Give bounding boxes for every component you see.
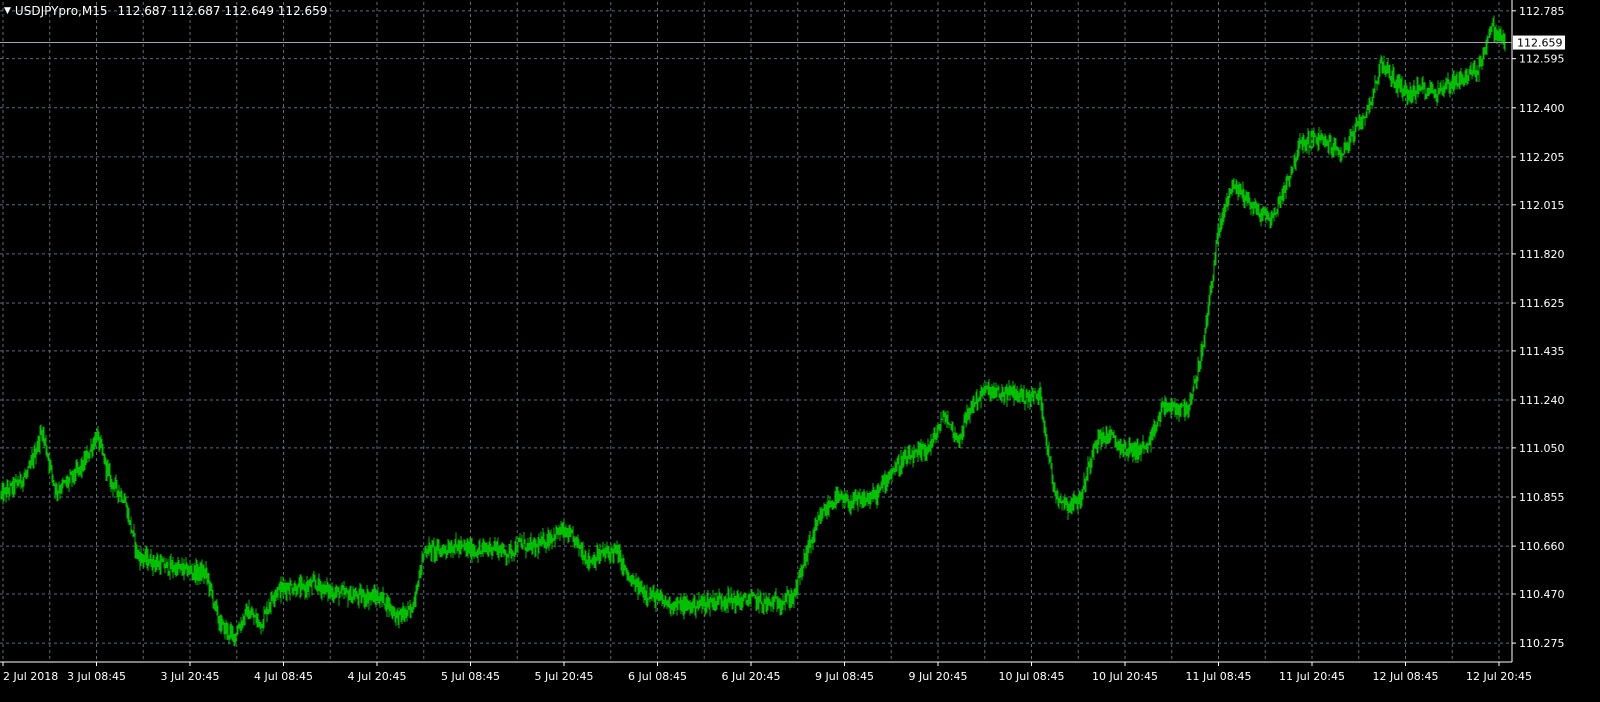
x-tick-label: 12 Jul 20:45: [1466, 670, 1532, 683]
x-tick-label: 3 Jul 08:45: [67, 670, 126, 683]
price-bars: [0, 15, 1506, 647]
chart-frame: [0, 0, 1513, 663]
y-tick-label: 112.015: [1519, 199, 1565, 212]
x-tick-label: 4 Jul 08:45: [254, 670, 313, 683]
x-tick-label: 5 Jul 20:45: [535, 670, 594, 683]
y-tick-label: 111.625: [1519, 297, 1565, 310]
price-axis[interactable]: 112.785 112.595 112.400 112.205 112.015 111.8…: [1512, 5, 1565, 650]
y-tick-label: 111.240: [1519, 394, 1565, 407]
y-tick-label: 112.400: [1519, 102, 1565, 115]
grid: [0, 2, 1512, 662]
y-tick-label: 111.435: [1519, 345, 1565, 358]
x-tick-label: 2 Jul 2018: [3, 670, 58, 683]
y-tick-label: 111.820: [1519, 248, 1565, 261]
x-tick-label: 9 Jul 20:45: [909, 670, 968, 683]
current-price-label: 112.659: [1517, 37, 1563, 50]
ohlc-values: 112.687 112.687 112.649 112.659: [117, 4, 328, 18]
y-tick-label: 110.660: [1519, 540, 1565, 553]
x-tick-label: 5 Jul 08:45: [441, 670, 500, 683]
x-tick-label: 6 Jul 08:45: [628, 670, 687, 683]
symbol-title: USDJPYpro,M15: [14, 4, 108, 18]
y-tick-label: 112.785: [1519, 5, 1565, 18]
x-tick-label: 10 Jul 08:45: [999, 670, 1065, 683]
x-tick-label: 6 Jul 20:45: [722, 670, 781, 683]
x-tick-label: 4 Jul 20:45: [348, 670, 407, 683]
x-tick-label: 11 Jul 20:45: [1279, 670, 1345, 683]
triangle-down-icon[interactable]: ▼: [4, 4, 11, 18]
x-tick-label: 12 Jul 08:45: [1373, 670, 1439, 683]
price-chart[interactable]: 112.659 112.785112.595112.400112.205112.…: [0, 0, 1600, 702]
y-tick-label: 112.205: [1519, 151, 1565, 164]
y-tick-label: 110.470: [1519, 588, 1565, 601]
y-tick-label: 112.595: [1519, 53, 1565, 66]
price-series: [0, 15, 1506, 647]
y-tick-label: 111.050: [1519, 442, 1565, 455]
chart-window[interactable]: 112.659 112.785 112.595 112.400 112.205 112.…: [0, 0, 1600, 702]
y-tick-label: 110.855: [1519, 491, 1565, 504]
time-axis[interactable]: 2 Jul 2018 3 Jul 08:45 3 Jul 20:45 4 Jul 08…: [2, 662, 1532, 683]
x-tick-label: 11 Jul 08:45: [1186, 670, 1252, 683]
current-price-marker: 112.659: [0, 35, 1565, 50]
chart-header[interactable]: ▼ USDJPYpro,M15 112.687 112.687 112.649 …: [4, 4, 327, 18]
x-tick-label: 9 Jul 08:45: [815, 670, 874, 683]
x-tick-label: 10 Jul 20:45: [1092, 670, 1158, 683]
x-tick-label: 3 Jul 20:45: [161, 670, 220, 683]
y-tick-label: 110.275: [1519, 637, 1565, 650]
